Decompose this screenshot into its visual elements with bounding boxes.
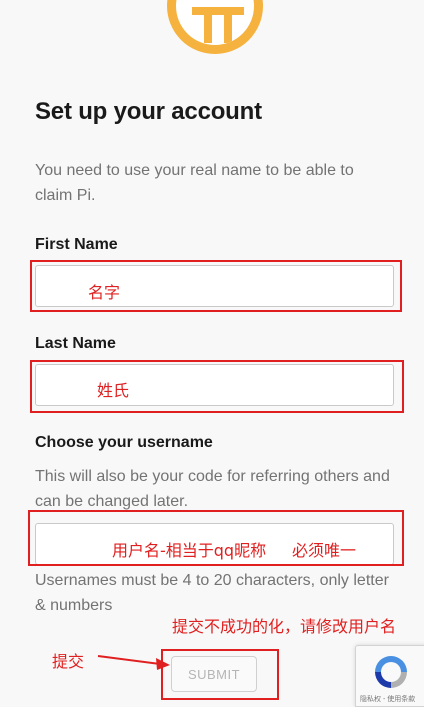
first-name-label: First Name <box>35 236 118 253</box>
last-name-input[interactable] <box>35 364 394 406</box>
submit-annotation: 提交 <box>52 652 85 671</box>
submit-button[interactable]: SUBMIT <box>171 656 257 692</box>
recaptcha-icon <box>375 656 407 688</box>
first-name-annotation: 名字 <box>88 283 121 302</box>
username-annotation: 用户名-相当于qq昵称 <box>112 541 267 560</box>
recaptcha-links[interactable]: 隐私权 - 使用条款 <box>360 694 415 704</box>
username-help-text: This will also be your code for referrin… <box>35 468 390 510</box>
recaptcha-badge[interactable]: 隐私权 - 使用条款 <box>355 645 424 707</box>
page-title: Set up your account <box>35 98 262 125</box>
submit-fail-annotation: 提交不成功的化，请修改用户名 <box>172 617 397 636</box>
last-name-annotation: 姓氏 <box>97 381 130 400</box>
arrow-icon <box>97 655 170 670</box>
username-label: Choose your username <box>35 434 213 451</box>
intro-text: You need to use your real name to be abl… <box>35 162 354 204</box>
username-unique-annotation: 必须唯一 <box>292 541 357 560</box>
pi-logo-icon <box>167 0 263 54</box>
last-name-label: Last Name <box>35 335 116 352</box>
username-rules-text: Usernames must be 4 to 20 characters, on… <box>35 572 389 614</box>
